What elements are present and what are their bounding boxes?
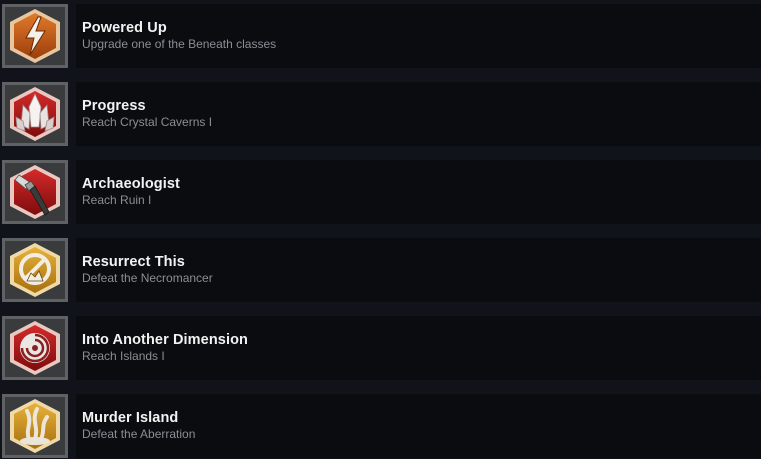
- achievement-icon-frame: [2, 316, 68, 380]
- achievement-description: Reach Crystal Caverns I: [82, 115, 213, 129]
- achievement-title: Into Another Dimension: [82, 332, 248, 348]
- tentacles-icon: [5, 397, 65, 455]
- achievement-icon-frame: [2, 160, 68, 224]
- achievement-row[interactable]: Archaeologist Reach Ruin I: [0, 160, 761, 224]
- achievement-description: Upgrade one of the Beneath classes: [82, 37, 277, 51]
- achievement-row[interactable]: Into Another Dimension Reach Islands I: [0, 316, 761, 380]
- achievement-icon-frame: [2, 238, 68, 302]
- achievement-panel: Resurrect This Defeat the Necromancer: [76, 238, 761, 302]
- lightning-bolt-icon: [5, 7, 65, 65]
- achievement-title: Progress: [82, 98, 146, 114]
- achievement-list: Powered Up Upgrade one of the Beneath cl…: [0, 0, 761, 459]
- achievement-title: Powered Up: [82, 20, 167, 36]
- achievement-description: Defeat the Necromancer: [82, 271, 213, 285]
- achievement-icon-frame: [2, 82, 68, 146]
- vortex-icon: [5, 319, 65, 377]
- achievement-description: Reach Ruin I: [82, 193, 152, 207]
- achievement-row[interactable]: Progress Reach Crystal Caverns I: [0, 82, 761, 146]
- achievement-panel: Archaeologist Reach Ruin I: [76, 160, 761, 224]
- achievement-icon-frame: [2, 4, 68, 68]
- achievement-row[interactable]: Resurrect This Defeat the Necromancer: [0, 238, 761, 302]
- achievement-panel: Murder Island Defeat the Aberration: [76, 394, 761, 458]
- achievement-description: Reach Islands I: [82, 349, 165, 363]
- crystal-icon: [5, 85, 65, 143]
- achievement-panel: Into Another Dimension Reach Islands I: [76, 316, 761, 380]
- achievement-panel: Progress Reach Crystal Caverns I: [76, 82, 761, 146]
- achievement-title: Archaeologist: [82, 176, 180, 192]
- achievement-icon-frame: [2, 394, 68, 458]
- achievement-row[interactable]: Murder Island Defeat the Aberration: [0, 394, 761, 458]
- achievement-title: Resurrect This: [82, 254, 185, 270]
- achievement-description: Defeat the Aberration: [82, 427, 196, 441]
- achievement-panel: Powered Up Upgrade one of the Beneath cl…: [76, 4, 761, 68]
- no-resurrect-icon: [5, 241, 65, 299]
- achievement-row[interactable]: Powered Up Upgrade one of the Beneath cl…: [0, 4, 761, 68]
- brush-icon: [5, 163, 65, 221]
- achievement-title: Murder Island: [82, 410, 179, 426]
